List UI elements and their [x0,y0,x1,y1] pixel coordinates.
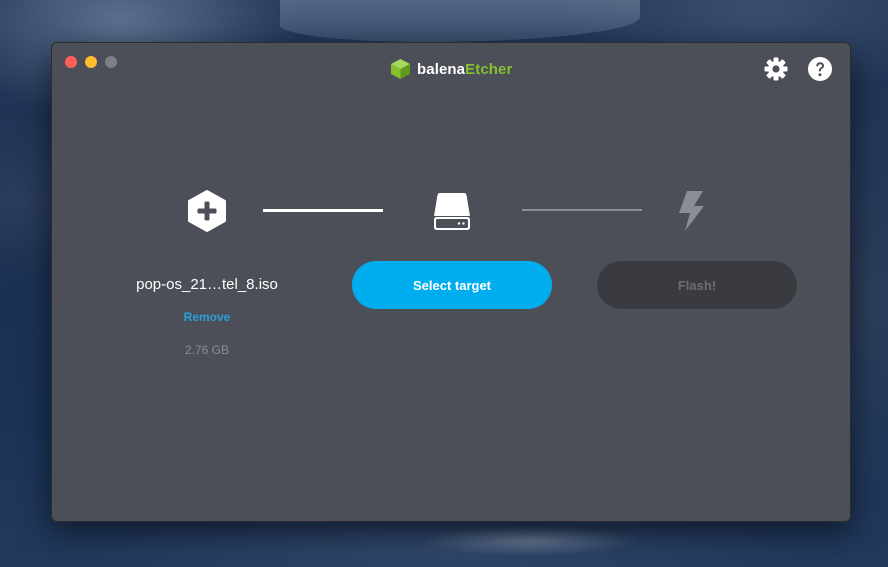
brand-suffix: Etcher [465,60,513,78]
minimize-window-button[interactable] [85,56,97,68]
wallpaper-surf [420,526,640,556]
help-button[interactable] [807,56,833,82]
progress-connector-image-target [263,209,383,212]
app-window: balenaEtcher pop-os_21…tel_8.iso Remove … [51,42,851,522]
image-size-label: 2.76 GB [184,343,230,357]
window-controls [65,56,117,68]
app-logo: balenaEtcher [390,58,512,80]
remove-image-link[interactable]: Remove [157,310,257,324]
app-title: balenaEtcher [417,61,512,78]
select-target-button[interactable]: Select target [352,261,552,309]
drive-icon[interactable] [432,190,472,232]
zoom-window-button[interactable] [105,56,117,68]
lightning-icon [679,191,704,231]
gear-icon [764,57,788,81]
close-window-button[interactable] [65,56,77,68]
selected-image-filename: pop-os_21…tel_8.iso [136,276,278,293]
plus-hexagon-icon[interactable] [187,190,227,232]
settings-button[interactable] [763,56,789,82]
question-circle-icon [808,57,832,81]
wallpaper-ridge [280,0,640,42]
balena-cube-icon [391,59,410,79]
progress-connector-target-flash [522,209,642,211]
flash-button[interactable]: Flash! [597,261,797,309]
brand-prefix: balena [417,60,466,78]
